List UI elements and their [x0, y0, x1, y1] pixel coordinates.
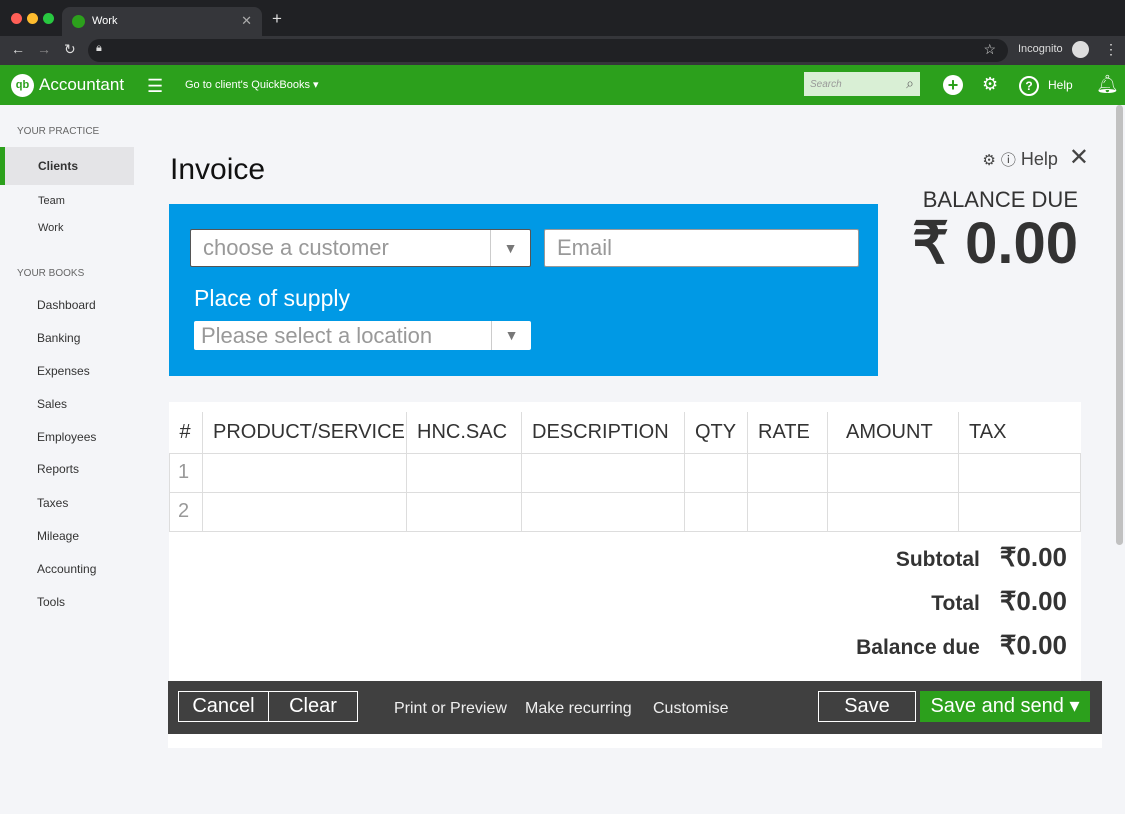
chevron-down-icon[interactable]: ▼	[491, 321, 531, 350]
row-number: 2	[169, 491, 203, 532]
action-footer: Cancel Clear Print or Preview Make recur…	[168, 681, 1102, 734]
minimize-window-button[interactable]	[27, 13, 38, 24]
incognito-icon	[1072, 41, 1089, 58]
total-row: Total ₹0.00	[931, 586, 1067, 617]
location-select[interactable]: Please select a location ▼	[194, 321, 531, 350]
clear-button[interactable]: Clear	[268, 691, 358, 722]
col-tax: TAX	[958, 412, 1081, 453]
col-description: DESCRIPTION	[521, 412, 685, 453]
customer-section: choose a customer ▼ Email Place of supply…	[169, 204, 878, 376]
search-placeholder: Search	[810, 79, 842, 90]
table-header-row: # PRODUCT/SERVICE HNC.SAC DESCRIPTION QT…	[170, 412, 1081, 453]
row-number: 1	[169, 452, 203, 493]
sidebar-item-taxes[interactable]: Taxes	[37, 496, 68, 510]
sidebar-item-banking[interactable]: Banking	[37, 331, 80, 345]
make-recurring-link[interactable]: Make recurring	[525, 700, 632, 718]
sidebar-item-expenses[interactable]: Expenses	[37, 364, 90, 378]
create-plus-icon[interactable]: +	[943, 75, 963, 95]
table-row[interactable]: 1	[169, 452, 1081, 493]
place-of-supply-label: Place of supply	[194, 285, 350, 311]
balance-due-row: Balance due ₹0.00	[856, 630, 1067, 661]
sidebar-item-clients[interactable]: Clients	[0, 147, 134, 185]
back-icon[interactable]: ←	[11, 41, 25, 57]
scrollbar[interactable]	[1116, 105, 1123, 545]
total-label: Total	[931, 592, 980, 615]
your-practice-header: YOUR PRACTICE	[17, 126, 100, 137]
col-rate: RATE	[747, 412, 828, 453]
lock-icon: 🔒︎	[96, 42, 102, 54]
sidebar-item-reports[interactable]: Reports	[37, 462, 79, 476]
star-icon[interactable]: ☆	[983, 41, 996, 58]
help-circle-icon[interactable]: ⓘ	[1001, 152, 1016, 169]
url-field[interactable]: 🔒︎ ☆	[88, 39, 1008, 62]
tab-title: Work	[92, 15, 118, 27]
address-bar-row: ← → ↻ 🔒︎ ☆ Incognito ⋮	[0, 36, 1125, 65]
sidebar: YOUR PRACTICE Clients Team Work YOUR BOO…	[0, 105, 134, 814]
sidebar-item-mileage[interactable]: Mileage	[37, 529, 79, 543]
browser-tab[interactable]: Work ✕	[62, 7, 262, 36]
close-window-button[interactable]	[11, 13, 22, 24]
col-hsn-sac: HNC.SAC	[406, 412, 522, 453]
quickbooks-favicon-icon	[72, 15, 85, 28]
brand-name: Accountant	[39, 75, 125, 94]
sidebar-item-employees[interactable]: Employees	[37, 430, 96, 444]
balance-due-amount: ₹ 0.00	[912, 211, 1078, 276]
customer-select[interactable]: choose a customer ▼	[190, 229, 531, 267]
new-tab-icon[interactable]: +	[272, 9, 282, 29]
save-button[interactable]: Save	[818, 691, 916, 722]
cancel-button[interactable]: Cancel	[178, 691, 269, 722]
sidebar-item-dashboard[interactable]: Dashboard	[37, 298, 96, 312]
balance-due-row-label: Balance due	[856, 636, 980, 659]
col-qty: QTY	[684, 412, 748, 453]
balance-due-row-value: ₹0.00	[999, 630, 1067, 660]
help-link[interactable]: Help	[1048, 78, 1073, 92]
customer-placeholder: choose a customer	[203, 235, 389, 260]
maximize-window-button[interactable]	[43, 13, 54, 24]
sidebar-item-sales[interactable]: Sales	[37, 397, 67, 411]
table-row[interactable]: 2	[169, 491, 1081, 532]
incognito-label: Incognito	[1018, 43, 1063, 55]
reload-icon[interactable]: ↻	[64, 41, 76, 58]
subtotal-value: ₹0.00	[999, 542, 1067, 572]
sidebar-item-team[interactable]: Team	[38, 195, 65, 207]
line-items-table: # PRODUCT/SERVICE HNC.SAC DESCRIPTION QT…	[169, 402, 1081, 682]
footer-spacer	[168, 734, 1102, 748]
subtotal-label: Subtotal	[895, 548, 980, 571]
close-icon[interactable]: ✕	[1069, 144, 1089, 171]
total-value: ₹0.00	[999, 586, 1067, 616]
sidebar-item-work[interactable]: Work	[38, 222, 63, 234]
balance-due: BALANCE DUE ₹ 0.00	[912, 187, 1078, 277]
customise-link[interactable]: Customise	[653, 700, 729, 718]
col-product-service: PRODUCT/SERVICE	[202, 412, 407, 453]
app-header: qb Accountant ☰ Go to client's QuickBook…	[0, 65, 1125, 105]
email-placeholder: Email	[557, 235, 613, 260]
sidebar-item-tools[interactable]: Tools	[37, 595, 65, 609]
hamburger-icon[interactable]: ☰	[147, 76, 163, 97]
email-field[interactable]: Email	[544, 229, 859, 267]
col-number: #	[179, 420, 191, 443]
location-placeholder: Please select a location	[201, 323, 433, 348]
invoice-panel: Invoice ⚙ ⓘ Help ✕ BALANCE DUE ₹ 0.00 ch…	[134, 105, 1125, 814]
col-amount: AMOUNT	[827, 412, 959, 453]
menu-icon[interactable]: ⋮	[1104, 41, 1118, 58]
save-and-send-button[interactable]: Save and send ▾	[920, 691, 1090, 722]
sidebar-item-accounting[interactable]: Accounting	[37, 562, 96, 576]
page-title: Invoice	[170, 153, 266, 186]
forward-icon[interactable]: →	[37, 41, 51, 57]
qb-logo-icon: qb	[11, 74, 34, 97]
subtotal-row: Subtotal ₹0.00	[896, 542, 1067, 573]
help-icon[interactable]: ?	[1019, 76, 1039, 96]
search-icon[interactable]: ⌕	[906, 75, 914, 92]
help-link[interactable]: Help	[1021, 149, 1058, 169]
gear-icon[interactable]: ⚙	[982, 74, 998, 95]
close-tab-icon[interactable]: ✕	[241, 13, 252, 29]
print-preview-link[interactable]: Print or Preview	[394, 700, 507, 718]
settings-gear-icon[interactable]: ⚙	[982, 152, 995, 169]
notification-bell-icon[interactable]: 🔔︎	[1096, 74, 1119, 95]
chevron-down-icon[interactable]: ▼	[490, 230, 530, 266]
go-to-client-dropdown[interactable]: Go to client's QuickBooks ▾	[185, 78, 319, 91]
search-input[interactable]: Search ⌕	[804, 72, 920, 96]
browser-tab-strip: Work ✕ +	[0, 0, 1125, 36]
your-books-header: YOUR BOOKS	[17, 268, 85, 279]
